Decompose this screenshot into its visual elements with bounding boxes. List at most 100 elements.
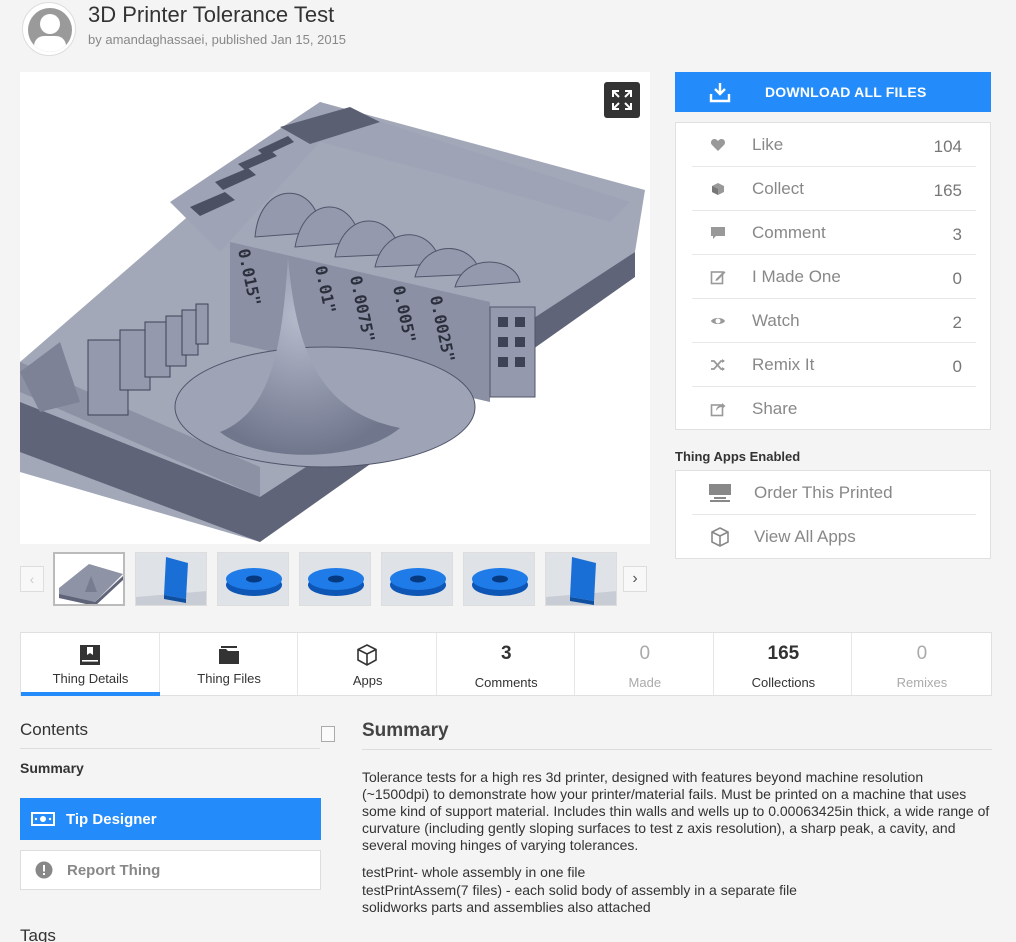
stat-count: 165 [933,181,962,200]
user-icon [28,8,72,52]
blue-wall-thumb [546,553,616,605]
thumbnail[interactable] [53,552,125,606]
collect-icon [712,183,724,195]
download-all-button[interactable]: DOWNLOAD ALL FILES [675,72,991,112]
divider [362,749,992,750]
broken-image-icon [321,726,335,742]
tab-count: 3 [500,643,512,664]
stat-like[interactable]: Like 104 [692,123,976,167]
tab-apps[interactable]: Apps [298,633,437,695]
download-all-label: DOWNLOAD ALL FILES [765,84,927,100]
blue-ring-thumb [382,553,452,605]
stat-count: 104 [933,137,962,156]
thumbnail[interactable] [217,552,289,606]
tab-count: 0 [639,643,651,664]
stat-count: 3 [952,225,962,244]
money-icon [31,812,55,826]
divider [20,748,320,749]
blue-ring-thumb [300,553,370,605]
comment-icon [711,227,725,239]
stat-label: Remix It [752,355,815,374]
contents-title: Contents [20,720,89,739]
contents-link-summary[interactable]: Summary [20,760,84,776]
printer-icon [709,484,731,502]
main-image-viewer[interactable]: 0.015" 0.01" 0.0075" 0.005" 0.0025" [20,72,650,544]
page-title: 3D Printer Tolerance Test [88,2,335,27]
edit-icon [710,271,726,285]
app-order-printed[interactable]: Order This Printed [692,471,976,515]
tab-label: Made [628,675,662,690]
folder-icon [218,646,239,664]
tab-collections[interactable]: 165 Collections [714,633,853,695]
stat-made[interactable]: I Made One 0 [692,255,976,299]
model-render: 0.015" 0.01" 0.0075" 0.005" 0.0025" [20,102,645,542]
apps-section-title: Thing Apps Enabled [675,449,801,464]
summary-text: Tolerance tests for a high res 3d printe… [362,769,990,853]
summary-line: testPrint- whole assembly in one file [362,864,586,880]
stat-comment[interactable]: Comment 3 [692,211,976,255]
thing-tabs: Thing Details Thing Files Apps 3 Comment… [20,632,992,696]
thumbnail[interactable] [299,552,371,606]
stat-remix[interactable]: Remix It 0 [692,343,976,387]
tab-count: 165 [767,643,800,664]
tab-label: Collections [751,675,816,690]
tab-remixes[interactable]: 0 Remixes [852,633,991,695]
gray-model-thumb [55,554,123,604]
avatar[interactable] [22,2,76,56]
report-thing-label: Report Thing [67,861,161,879]
thumbnail[interactable] [381,552,453,606]
share-icon [710,403,726,417]
tab-label: Remixes [896,675,948,690]
stat-share[interactable]: Share [692,387,976,431]
tip-designer-label: Tip Designer [66,810,157,828]
download-icon [709,83,731,103]
book-icon [80,645,100,665]
summary-title: Summary [362,720,449,741]
stat-count: 0 [952,269,962,288]
thumbnail[interactable] [135,552,207,606]
stat-collect[interactable]: Collect 165 [692,167,976,211]
tab-comments[interactable]: 3 Comments [437,633,576,695]
tab-label: Thing Files [197,671,261,686]
thumbnail[interactable] [545,552,617,606]
expand-icon [612,90,632,110]
byline[interactable]: by amandaghassaei, published Jan 15, 201… [88,32,346,47]
tab-made[interactable]: 0 Made [575,633,714,695]
thumbnail-next-button[interactable]: › [623,566,647,592]
tab-thing-files[interactable]: Thing Files [160,633,299,695]
tags-title: Tags [20,926,56,942]
shuffle-icon [711,359,725,371]
app-view-all[interactable]: View All Apps [692,515,976,559]
app-label: Order This Printed [754,483,893,502]
expand-button[interactable] [604,82,640,118]
eye-icon [711,318,725,324]
blue-ring-thumb [218,553,288,605]
tab-thing-details[interactable]: Thing Details [21,633,160,696]
stats-panel: Like 104 Collect 165 Comment 3 I Made On… [675,122,991,430]
stat-label: Watch [752,311,800,330]
apps-panel: Order This Printed View All Apps [675,470,991,559]
stat-label: Comment [752,223,826,242]
app-label: View All Apps [754,527,856,546]
stat-count: 2 [952,313,962,332]
warning-icon [35,861,53,879]
heart-icon [710,139,726,151]
blue-wall-thumb [136,553,206,605]
tab-label: Thing Details [52,671,129,686]
tab-count: 0 [916,643,928,664]
thumbnail-prev-button[interactable]: ‹ [20,566,44,592]
stat-label: Like [752,135,784,154]
summary-line: testPrintAssem(7 files) - each solid bod… [362,881,797,898]
chevron-right-icon: › [632,570,638,587]
stat-label: Collect [752,179,804,198]
stat-label: Share [752,399,798,418]
tab-label: Apps [352,673,383,688]
report-thing-button[interactable]: Report Thing [20,850,321,890]
cube-icon [357,644,377,666]
thumbnail-strip: ‹ › [20,552,650,608]
thumbnail[interactable] [463,552,535,606]
stat-watch[interactable]: Watch 2 [692,299,976,343]
tab-label: Comments [474,675,538,690]
tip-designer-button[interactable]: Tip Designer [20,798,321,840]
thing-header: 3D Printer Tolerance Test by amandaghass… [20,0,1000,58]
